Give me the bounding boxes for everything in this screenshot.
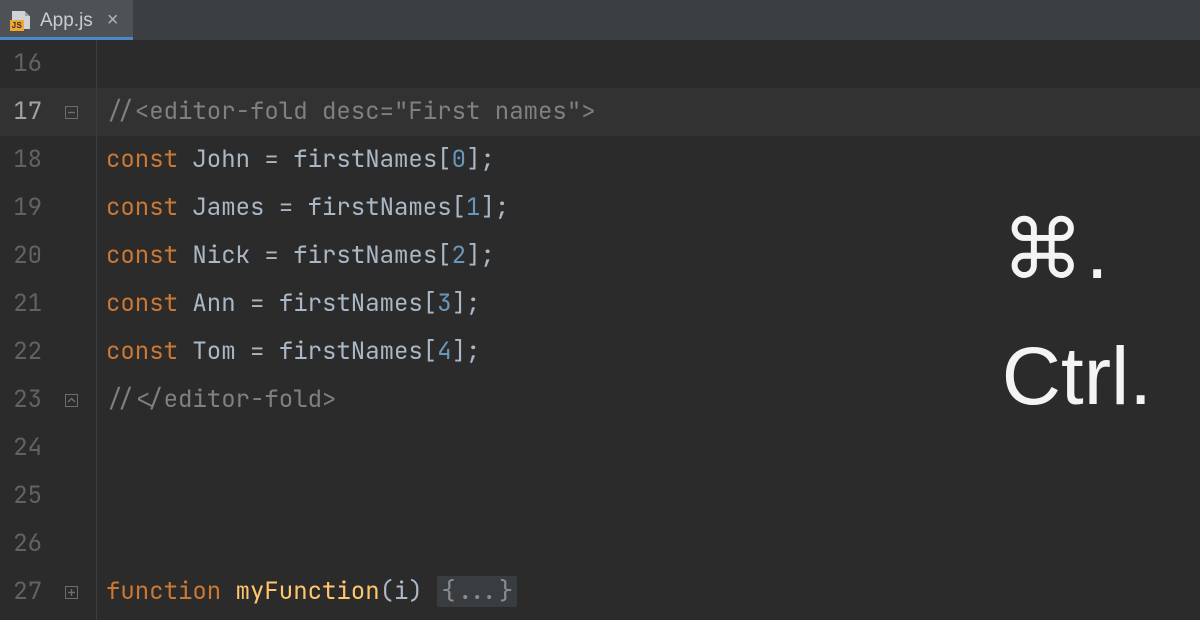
code-line[interactable]: 17 //<editor-fold desc="First names"> — [0, 88, 1200, 136]
fold-end-icon[interactable] — [56, 376, 86, 424]
fold-gutter — [56, 616, 86, 620]
line-number: 23 — [0, 376, 56, 424]
code-line[interactable]: 16 — [0, 40, 1200, 88]
code-line[interactable]: 35 — [0, 616, 1200, 620]
fold-gutter — [56, 472, 86, 520]
code-editor[interactable]: 16 17 //<editor-fold desc="First names">… — [0, 40, 1200, 620]
code-line[interactable]: 27 function myFunction(i) {...} — [0, 568, 1200, 616]
line-number: 17 — [0, 88, 56, 136]
shortcut-win: Ctrl. — [1002, 336, 1152, 418]
fold-gutter — [56, 328, 86, 376]
close-icon[interactable]: × — [107, 10, 119, 30]
code-line[interactable]: 26 — [0, 520, 1200, 568]
code-line[interactable]: 25 — [0, 472, 1200, 520]
line-number: 27 — [0, 568, 56, 616]
shortcut-overlay: ⌘. Ctrl. — [1002, 210, 1152, 418]
fold-gutter — [56, 280, 86, 328]
line-number: 24 — [0, 424, 56, 472]
line-number: 18 — [0, 136, 56, 184]
line-number: 21 — [0, 280, 56, 328]
file-tab-label: App.js — [40, 11, 93, 30]
fold-gutter — [56, 232, 86, 280]
line-number: 20 — [0, 232, 56, 280]
fold-gutter — [56, 424, 86, 472]
code-line[interactable]: 18 const John = firstNames[0]; — [0, 136, 1200, 184]
js-file-icon: JS — [12, 11, 30, 29]
file-tab[interactable]: JS App.js × — [0, 0, 133, 40]
line-number: 22 — [0, 328, 56, 376]
fold-gutter — [56, 136, 86, 184]
gutter-divider — [96, 40, 97, 620]
tab-bar: JS App.js × — [0, 0, 1200, 40]
shortcut-mac: ⌘. — [1002, 210, 1152, 292]
line-number: 25 — [0, 472, 56, 520]
line-number: 19 — [0, 184, 56, 232]
fold-gutter — [56, 184, 86, 232]
line-number: 26 — [0, 520, 56, 568]
fold-toggle-expand-icon[interactable] — [56, 568, 86, 616]
fold-gutter — [56, 520, 86, 568]
fold-toggle-collapse-icon[interactable] — [56, 88, 86, 136]
fold-gutter — [56, 40, 86, 88]
folded-region[interactable]: {...} — [437, 576, 517, 607]
code-line[interactable]: 24 — [0, 424, 1200, 472]
line-number: 16 — [0, 40, 56, 88]
line-number: 35 — [0, 616, 56, 620]
